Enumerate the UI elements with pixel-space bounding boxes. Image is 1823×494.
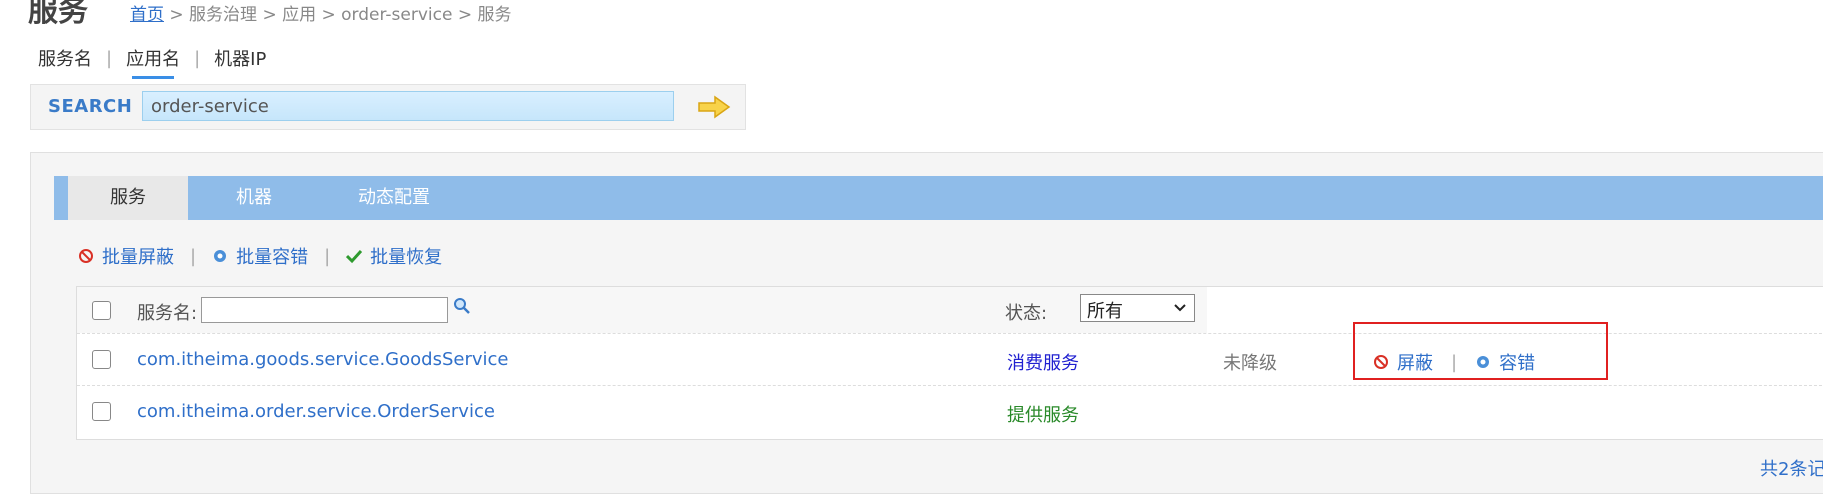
batch-block-label: 批量屏蔽 xyxy=(102,247,174,268)
batch-restore-label: 批量恢复 xyxy=(370,247,443,268)
tab-bar: 服务 机器 动态配置 xyxy=(54,176,1823,220)
degrade-status: 未降级 xyxy=(1223,353,1277,374)
service-name-link[interactable]: com.itheima.order.service.OrderService xyxy=(137,401,495,422)
batch-restore-button[interactable]: 批量恢复 xyxy=(346,243,442,269)
forbidden-icon xyxy=(79,249,93,263)
search-tab-service-name[interactable]: 服务名 xyxy=(38,45,92,71)
row-checkbox[interactable] xyxy=(92,402,111,421)
divider: | xyxy=(194,47,201,69)
service-name-link[interactable]: com.itheima.goods.service.GoodsService xyxy=(137,349,508,370)
tab-machines[interactable]: 机器 xyxy=(204,176,304,220)
tab-services[interactable]: 服务 xyxy=(54,176,188,220)
search-icon[interactable] xyxy=(453,297,471,315)
total-count: 共2条记 xyxy=(1760,459,1823,480)
batch-tolerance-label: 批量容错 xyxy=(236,247,309,268)
divider: | xyxy=(106,47,113,69)
chevron-down-icon xyxy=(1174,304,1186,312)
service-name-filter-input[interactable] xyxy=(201,297,448,323)
filter-label: 服务名: xyxy=(137,303,198,324)
divider: | xyxy=(190,245,197,267)
batch-block-button[interactable]: 批量屏蔽 xyxy=(78,243,174,269)
service-role: 提供服务 xyxy=(1007,405,1079,426)
search-tab-machine-ip[interactable]: 机器IP xyxy=(214,45,266,71)
row-checkbox[interactable] xyxy=(92,350,111,369)
search-tab-app-name[interactable]: 应用名 xyxy=(126,45,180,79)
batch-actions: 批量屏蔽 | 批量容错 | 批量恢复 xyxy=(78,243,442,269)
breadcrumb-home-link[interactable]: 首页 xyxy=(130,5,164,25)
status-select[interactable]: 所有 xyxy=(1080,294,1195,322)
search-type-tabs: 服务名 | 应用名 | 机器IP xyxy=(38,45,266,79)
table-row: com.itheima.order.service.OrderService 提… xyxy=(77,385,1823,438)
highlight-box xyxy=(1353,322,1608,380)
search-input[interactable]: order-service xyxy=(142,91,674,121)
service-role: 消费服务 xyxy=(1007,353,1079,374)
breadcrumb: 首页 > 服务治理 > 应用 > order-service > 服务 xyxy=(130,0,511,25)
select-all-checkbox[interactable] xyxy=(92,301,111,320)
table-header: 服务名: 状态: 所有 xyxy=(77,287,1207,333)
page-title: 服务 xyxy=(28,0,88,29)
breadcrumb-path: > 服务治理 > 应用 > order-service > 服务 xyxy=(164,5,512,25)
search-label: SEARCH xyxy=(48,96,133,117)
status-select-value: 所有 xyxy=(1087,301,1123,322)
divider: | xyxy=(324,245,331,267)
batch-tolerance-button[interactable]: 批量容错 xyxy=(212,243,308,269)
search-box: SEARCH order-service xyxy=(30,84,746,130)
gear-icon xyxy=(214,250,227,262)
checkmark-icon xyxy=(346,249,363,264)
status-label: 状态: xyxy=(1005,303,1048,324)
arrow-right-icon[interactable] xyxy=(697,95,731,119)
tab-dynamic-config[interactable]: 动态配置 xyxy=(334,176,454,220)
